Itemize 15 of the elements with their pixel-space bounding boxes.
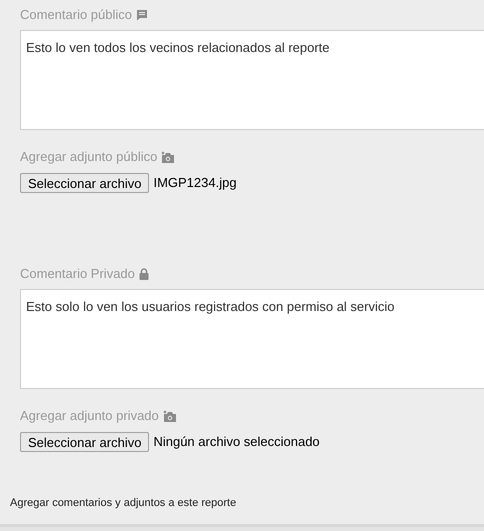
comment-field[interactable]: Esto solo lo ven los usuarios registrados con permiso al servicio	[20, 289, 484, 389]
footer-text: Agregar comentarios y adjuntos a este reporte	[10, 497, 236, 509]
field-label: Agregar adjunto público	[20, 148, 158, 166]
comment-field[interactable]: Esto lo ven todos los vecinos relacionados al reporte	[20, 30, 484, 130]
field-label: Comentario Privado	[20, 265, 135, 284]
camera-icon	[161, 151, 176, 163]
comment-icon	[136, 9, 148, 21]
choose-file-button[interactable]: Seleccionar archivo	[20, 432, 150, 452]
field-label: Agregar adjunto privado	[20, 407, 159, 426]
camera-icon	[162, 410, 177, 422]
choose-file-button[interactable]: Seleccionar archivo	[20, 173, 150, 193]
field-label: Comentario público	[20, 6, 132, 24]
file-status: IMGP1234.jpg	[153, 174, 237, 192]
lock-icon	[138, 268, 149, 280]
file-status: Ningún archivo seleccionado	[153, 433, 320, 452]
